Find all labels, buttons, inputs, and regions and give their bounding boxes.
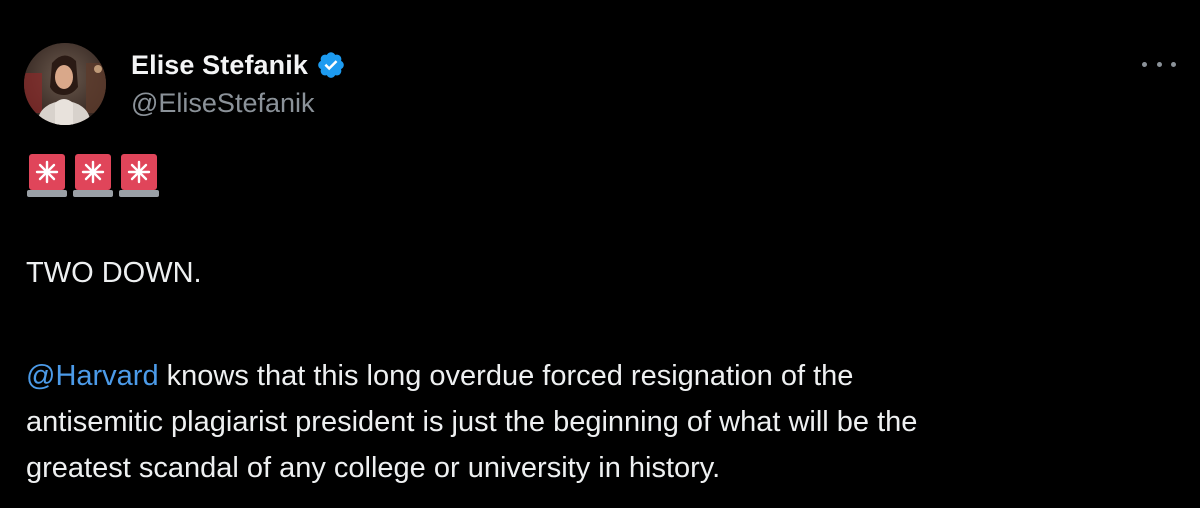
rotating-light-icon [119,154,159,197]
rotating-light-icon [73,154,113,197]
emoji-row [26,152,160,198]
tweet-headline: TWO DOWN. [26,257,202,289]
mention-link[interactable]: @Harvard [26,360,159,392]
tweet-body-text: knows that this long overdue forced resi… [158,360,854,392]
tweet-card: Elise Stefanik @EliseStefanik TWO DOWN. … [0,0,1200,508]
avatar[interactable] [24,43,106,125]
more-dots-icon[interactable] [1142,54,1176,74]
rotating-light-icon [27,154,67,197]
avatar-photo [24,43,106,125]
author-name[interactable]: Elise Stefanik [131,50,308,81]
verified-badge-icon [318,52,344,78]
author-name-row[interactable]: Elise Stefanik [131,47,346,83]
author-handle[interactable]: @EliseStefanik [131,88,315,119]
tweet-body: @Harvard knows that this long overdue fo… [26,353,1176,491]
tweet-body-line: @Harvard knows that this long overdue fo… [26,353,1176,399]
tweet-body-line: greatest scandal of any college or unive… [26,452,721,484]
tweet-body-line: antisemitic plagiarist president is just… [26,406,918,438]
